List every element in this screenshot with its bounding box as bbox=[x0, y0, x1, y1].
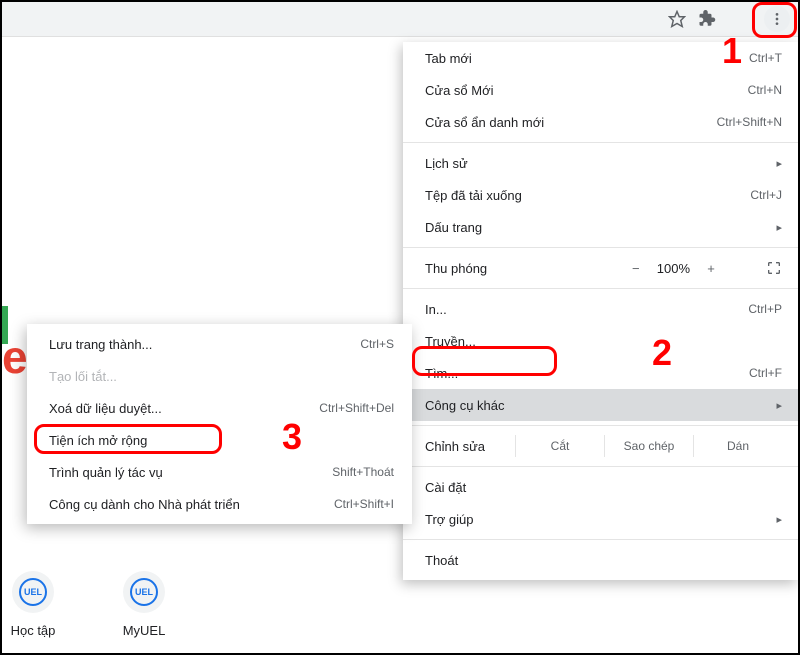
edit-copy-button[interactable]: Sao chép bbox=[604, 435, 693, 457]
submenu-item-dev-tools[interactable]: Công cụ dành cho Nhà phát triển Ctrl+Shi… bbox=[27, 488, 412, 520]
submenu-item-save-as[interactable]: Lưu trang thành... Ctrl+S bbox=[27, 328, 412, 360]
menu-item-shortcut: Ctrl+F bbox=[741, 366, 782, 380]
menu-item-incognito[interactable]: Cửa sổ ẩn danh mới Ctrl+Shift+N bbox=[403, 106, 798, 138]
menu-separator bbox=[403, 425, 798, 426]
menu-separator bbox=[403, 142, 798, 143]
browser-toolbar bbox=[2, 2, 798, 37]
submenu-item-clear-data[interactable]: Xoá dữ liệu duyệt... Ctrl+Shift+Del bbox=[27, 392, 412, 424]
menu-separator bbox=[403, 466, 798, 467]
menu-item-label: Thu phóng bbox=[425, 261, 629, 276]
menu-item-label: Thoát bbox=[425, 553, 782, 568]
menu-item-label: Cài đặt bbox=[425, 480, 782, 495]
menu-item-shortcut: Ctrl+P bbox=[740, 302, 782, 316]
menu-item-exit[interactable]: Thoát bbox=[403, 544, 798, 576]
menu-separator bbox=[403, 247, 798, 248]
submenu-item-task-manager[interactable]: Trình quản lý tác vụ Shift+Thoát bbox=[27, 456, 412, 488]
more-menu-button[interactable] bbox=[764, 6, 790, 32]
menu-item-shortcut: Ctrl+J bbox=[742, 188, 782, 202]
menu-item-label: Lịch sử bbox=[425, 156, 768, 171]
zoom-value: 100% bbox=[657, 261, 690, 276]
menu-item-cast[interactable]: Truyền... bbox=[403, 325, 798, 357]
uel-icon: UEL bbox=[19, 578, 47, 606]
menu-item-label: Cửa sổ ẩn danh mới bbox=[425, 115, 709, 130]
menu-item-help[interactable]: Trợ giúp ▸ bbox=[403, 503, 798, 535]
chevron-right-icon: ▸ bbox=[768, 399, 782, 412]
menu-item-label: Công cụ dành cho Nhà phát triển bbox=[49, 497, 334, 512]
fullscreen-button[interactable] bbox=[766, 260, 782, 276]
menu-item-shortcut: Ctrl+T bbox=[741, 51, 782, 65]
menu-separator bbox=[403, 288, 798, 289]
menu-item-label: Tệp đã tải xuống bbox=[425, 188, 742, 203]
submenu-item-extensions[interactable]: Tiện ích mở rộng bbox=[27, 424, 412, 456]
menu-item-find[interactable]: Tìm... Ctrl+F bbox=[403, 357, 798, 389]
menu-item-shortcut: Ctrl+S bbox=[360, 337, 394, 351]
chevron-right-icon: ▸ bbox=[768, 513, 782, 526]
submenu-item-create-shortcut: Tạo lối tắt... bbox=[27, 360, 412, 392]
extensions-button[interactable] bbox=[694, 6, 720, 32]
menu-item-label: Dấu trang bbox=[425, 220, 768, 235]
menu-item-shortcut: Shift+Thoát bbox=[332, 465, 394, 479]
bookmark-shortcut[interactable]: UEL Học tập bbox=[0, 571, 68, 638]
menu-item-label: Tiện ích mở rộng bbox=[49, 433, 394, 448]
menu-item-settings[interactable]: Cài đặt bbox=[403, 471, 798, 503]
menu-item-label: Xoá dữ liệu duyệt... bbox=[49, 401, 319, 416]
menu-item-label: In... bbox=[425, 302, 740, 317]
more-tools-submenu: Lưu trang thành... Ctrl+S Tạo lối tắt...… bbox=[27, 324, 412, 524]
menu-item-new-tab[interactable]: Tab mới Ctrl+T bbox=[403, 42, 798, 74]
menu-item-shortcut: Ctrl+Shift+I bbox=[334, 497, 394, 511]
menu-item-print[interactable]: In... Ctrl+P bbox=[403, 293, 798, 325]
menu-item-history[interactable]: Lịch sử ▸ bbox=[403, 147, 798, 179]
main-menu: Tab mới Ctrl+T Cửa sổ Mới Ctrl+N Cửa sổ … bbox=[403, 42, 798, 580]
menu-item-label: Chỉnh sửa bbox=[425, 439, 515, 454]
menu-item-bookmarks[interactable]: Dấu trang ▸ bbox=[403, 211, 798, 243]
menu-item-label: Trợ giúp bbox=[425, 512, 768, 527]
chevron-right-icon: ▸ bbox=[768, 157, 782, 170]
uel-icon: UEL bbox=[130, 578, 158, 606]
zoom-in-button[interactable]: + bbox=[704, 261, 718, 276]
bookmark-star-button[interactable] bbox=[664, 6, 690, 32]
menu-item-label: Tạo lối tắt... bbox=[49, 369, 394, 384]
shortcut-label: Học tập bbox=[0, 623, 68, 638]
bookmark-shortcut[interactable]: UEL MyUEL bbox=[109, 571, 179, 638]
menu-item-zoom: Thu phóng − 100% + bbox=[403, 252, 798, 284]
menu-item-downloads[interactable]: Tệp đã tải xuống Ctrl+J bbox=[403, 179, 798, 211]
menu-item-label: Trình quản lý tác vụ bbox=[49, 465, 332, 480]
menu-item-shortcut: Ctrl+Shift+N bbox=[709, 115, 782, 129]
menu-item-label: Tab mới bbox=[425, 51, 741, 66]
menu-item-shortcut: Ctrl+Shift+Del bbox=[319, 401, 394, 415]
edit-paste-button[interactable]: Dán bbox=[693, 435, 782, 457]
menu-item-label: Truyền... bbox=[425, 334, 782, 349]
menu-item-shortcut: Ctrl+N bbox=[740, 83, 782, 97]
menu-item-new-window[interactable]: Cửa sổ Mới Ctrl+N bbox=[403, 74, 798, 106]
menu-item-more-tools[interactable]: Công cụ khác ▸ bbox=[403, 389, 798, 421]
zoom-out-button[interactable]: − bbox=[629, 261, 643, 276]
menu-item-label: Cửa sổ Mới bbox=[425, 83, 740, 98]
menu-separator bbox=[403, 539, 798, 540]
menu-item-edit: Chỉnh sửa Cắt Sao chép Dán bbox=[403, 430, 798, 462]
shortcut-label: MyUEL bbox=[109, 623, 179, 638]
edit-cut-button[interactable]: Cắt bbox=[515, 435, 604, 457]
menu-item-label: Công cụ khác bbox=[425, 398, 768, 413]
menu-item-label: Tìm... bbox=[425, 366, 741, 381]
menu-item-label: Lưu trang thành... bbox=[49, 337, 360, 352]
chevron-right-icon: ▸ bbox=[768, 221, 782, 234]
